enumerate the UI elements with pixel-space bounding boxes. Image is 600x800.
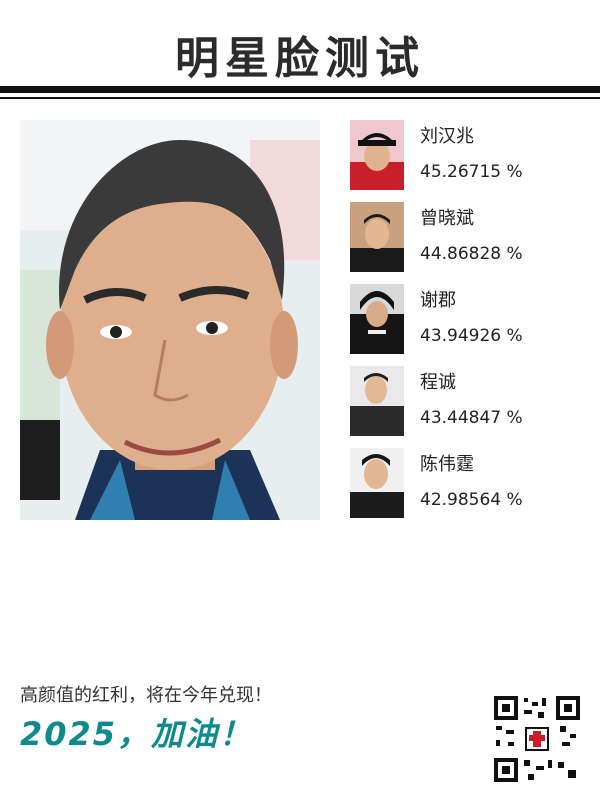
celebrity-thumbnail — [350, 202, 404, 272]
match-item[interactable]: 程诚 43.44847 % — [350, 366, 590, 438]
celebrity-thumbnail — [350, 448, 404, 518]
celebrity-thumbnail — [350, 120, 404, 190]
slogan-text: 高颜值的红利，将在今年兑现！ — [20, 685, 272, 706]
celebrity-name: 程诚 — [420, 372, 456, 393]
similarity-score: 43.44847 % — [420, 408, 523, 428]
similarity-score: 45.26715 % — [420, 162, 523, 182]
page-title: 明星脸测试 — [175, 33, 425, 84]
celebrity-name: 曾晓斌 — [420, 208, 474, 229]
celebrity-name: 谢郡 — [420, 290, 456, 311]
header-divider-thick — [0, 86, 600, 93]
qr-code-icon[interactable] — [494, 696, 580, 782]
celebrity-thumbnail — [350, 284, 404, 354]
match-item[interactable]: 陈伟霆 42.98564 % — [350, 448, 590, 520]
slogan-headline: 2025，加油！ — [20, 715, 254, 753]
user-face-photo — [20, 120, 320, 520]
match-item[interactable]: 曾晓斌 44.86828 % — [350, 202, 590, 274]
celebrity-thumbnail — [350, 366, 404, 436]
header-divider-thin — [0, 97, 600, 99]
similarity-score: 44.86828 % — [420, 244, 523, 264]
celebrity-name: 刘汉兆 — [420, 126, 474, 147]
similarity-score: 42.98564 % — [420, 490, 523, 510]
celebrity-name: 陈伟霆 — [420, 454, 474, 475]
match-item[interactable]: 刘汉兆 45.26715 % — [350, 120, 590, 192]
similarity-score: 43.94926 % — [420, 326, 523, 346]
match-item[interactable]: 谢郡 43.94926 % — [350, 284, 590, 356]
